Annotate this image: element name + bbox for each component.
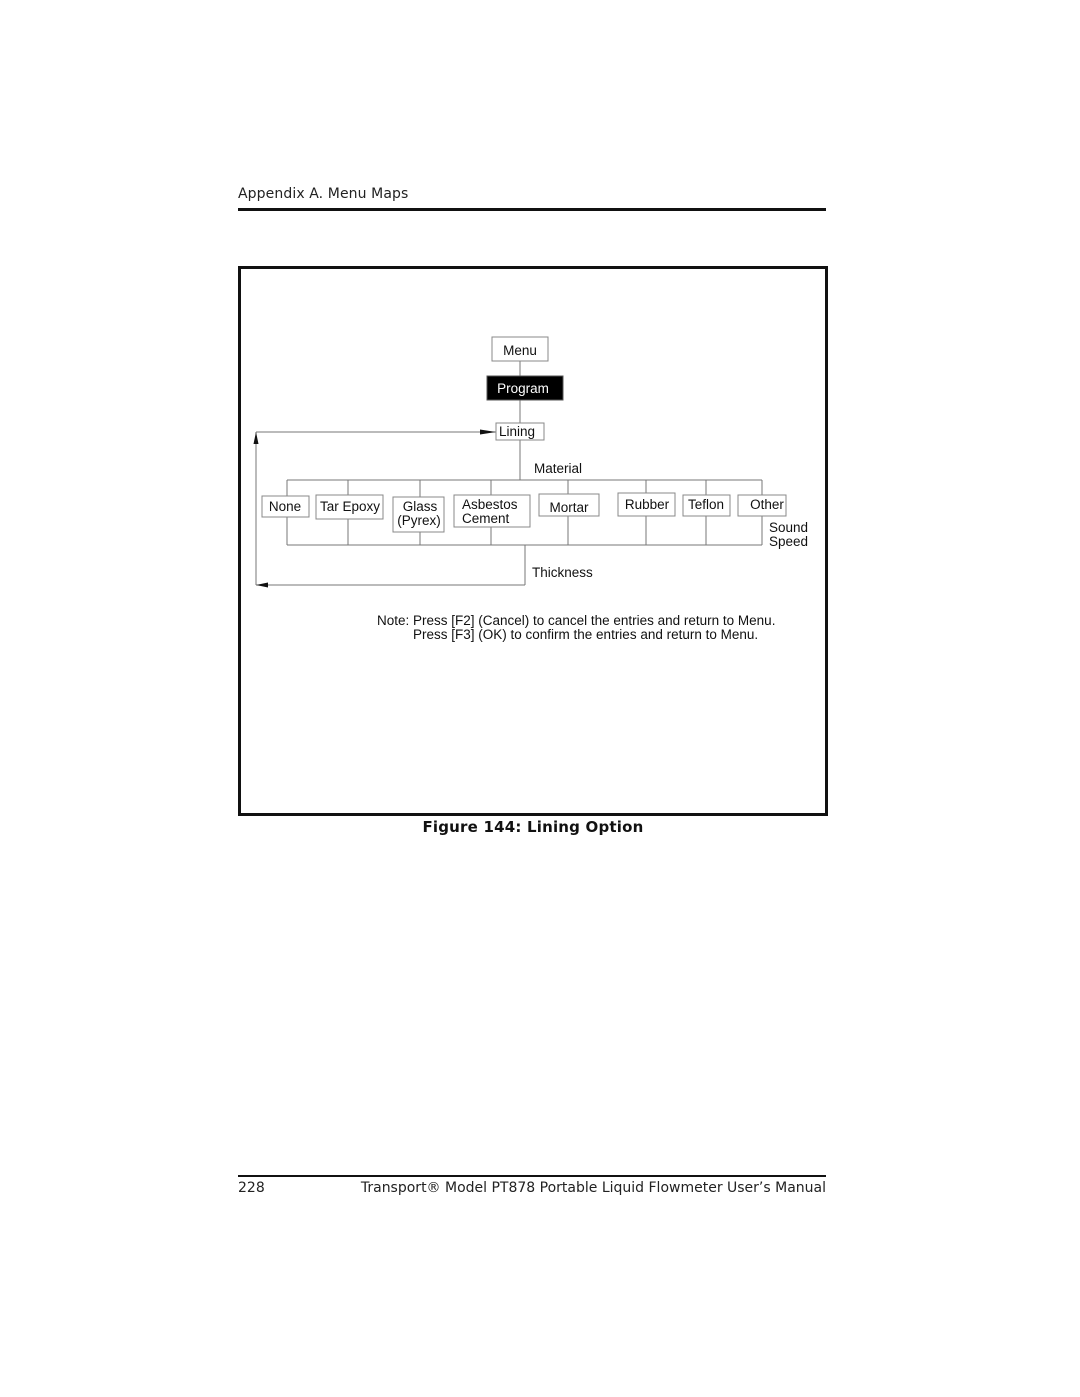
svg-text:Teflon: Teflon <box>688 497 724 512</box>
arrow-up-icon <box>253 432 259 444</box>
manual-title: Transport® Model PT878 Portable Liquid F… <box>360 1180 826 1196</box>
label-sound: Sound <box>769 520 808 535</box>
material-glass-pyrex: Glass (Pyrex) <box>392 496 445 533</box>
svg-text:Menu: Menu <box>503 343 537 358</box>
figure-caption: Figure 144: Lining Option <box>0 818 1080 836</box>
svg-text:Cement: Cement <box>462 511 510 526</box>
svg-text:(Pyrex): (Pyrex) <box>397 513 441 528</box>
node-program: Program <box>486 375 564 401</box>
label-thickness: Thickness <box>532 565 593 580</box>
note-line-1: Note: Press [F2] (Cancel) to cancel the … <box>377 613 775 628</box>
material-tar-epoxy: Tar Epoxy <box>315 494 384 520</box>
label-speed: Speed <box>769 534 808 549</box>
arrow-right-icon <box>480 429 496 435</box>
node-menu: Menu <box>491 336 549 362</box>
label-material: Material <box>534 461 582 476</box>
material-teflon: Teflon <box>682 494 731 517</box>
material-mortar: Mortar <box>538 493 600 517</box>
page-number: 228 <box>238 1180 265 1196</box>
note-line-2: Press [F3] (OK) to confirm the entries a… <box>413 627 758 642</box>
material-rubber: Rubber <box>617 492 676 517</box>
svg-text:Other: Other <box>750 497 784 512</box>
node-lining: Lining <box>495 422 545 441</box>
material-none: None <box>261 495 310 518</box>
svg-text:Mortar: Mortar <box>549 500 589 515</box>
svg-text:Asbestos: Asbestos <box>462 497 518 512</box>
footer-divider <box>238 1175 826 1177</box>
arrow-left-icon <box>256 582 268 588</box>
svg-text:Program: Program <box>497 381 549 396</box>
svg-text:None: None <box>269 499 301 514</box>
svg-text:Glass: Glass <box>403 499 438 514</box>
svg-text:Rubber: Rubber <box>625 497 670 512</box>
material-asbestos-cement: Asbestos Cement <box>453 494 531 528</box>
material-other: Other <box>737 494 787 517</box>
svg-text:Tar Epoxy: Tar Epoxy <box>320 499 380 514</box>
svg-text:Lining: Lining <box>499 424 535 439</box>
figure-caption-text: Figure 144: Lining Option <box>422 818 644 836</box>
